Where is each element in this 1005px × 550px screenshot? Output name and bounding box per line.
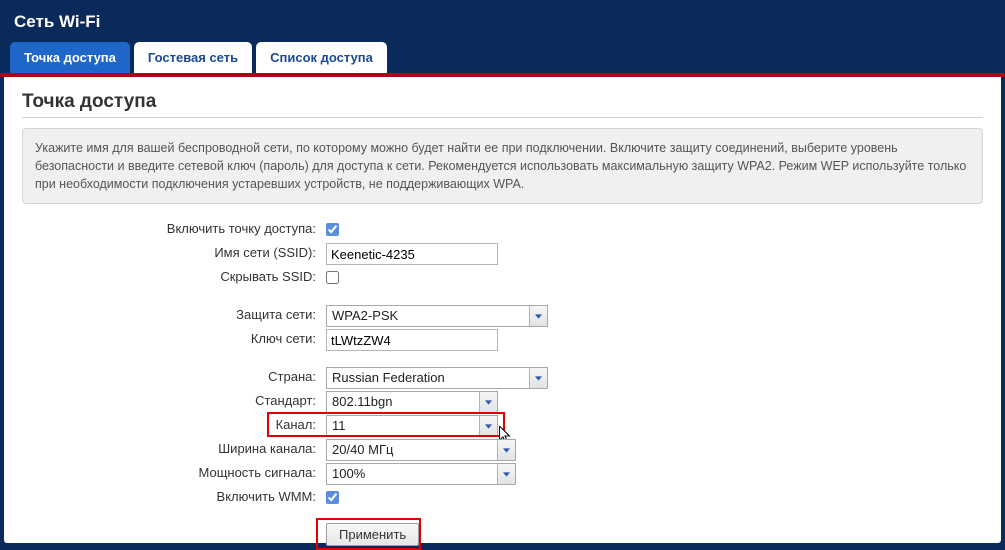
select-width-value: 20/40 МГц	[327, 440, 497, 460]
checkbox-hide-ssid[interactable]	[326, 271, 339, 284]
form: Включить точку доступа: Имя сети (SSID):…	[22, 218, 983, 547]
chevron-down-icon	[479, 392, 497, 412]
chevron-down-icon	[479, 416, 497, 436]
select-country-value: Russian Federation	[327, 368, 529, 388]
section-title: Точка доступа	[22, 91, 983, 118]
checkbox-wmm[interactable]	[326, 491, 339, 504]
label-standard: Стандарт:	[22, 390, 322, 411]
label-ssid: Имя сети (SSID):	[22, 242, 322, 263]
tab-access-list[interactable]: Список доступа	[256, 42, 387, 73]
tab-guest-network[interactable]: Гостевая сеть	[134, 42, 252, 73]
label-country: Страна:	[22, 366, 322, 387]
select-channel-value: 11	[327, 416, 479, 436]
select-width[interactable]: 20/40 МГц	[326, 439, 516, 461]
chevron-down-icon	[529, 306, 547, 326]
input-ssid[interactable]	[326, 243, 498, 265]
tabs: Точка доступа Гостевая сеть Список досту…	[0, 42, 1005, 73]
label-power: Мощность сигнала:	[22, 462, 322, 483]
select-country[interactable]: Russian Federation	[326, 367, 548, 389]
chevron-down-icon	[497, 464, 515, 484]
label-hide-ssid: Скрывать SSID:	[22, 266, 322, 287]
label-enable-ap: Включить точку доступа:	[22, 218, 322, 239]
label-wmm: Включить WMM:	[22, 486, 322, 507]
select-channel[interactable]: 11	[326, 415, 498, 437]
label-empty	[22, 522, 322, 528]
page-title: Сеть Wi-Fi	[0, 0, 1005, 42]
chevron-down-icon	[529, 368, 547, 388]
tab-access-point[interactable]: Точка доступа	[10, 42, 130, 73]
panel: Точка доступа Укажите имя для вашей бесп…	[4, 77, 1001, 543]
select-power[interactable]: 100%	[326, 463, 516, 485]
select-security[interactable]: WPA2-PSK	[326, 305, 548, 327]
help-text: Укажите имя для вашей беспроводной сети,…	[22, 128, 983, 204]
checkbox-enable-ap[interactable]	[326, 223, 339, 236]
select-standard-value: 802.11bgn	[327, 392, 479, 412]
label-key: Ключ сети:	[22, 328, 322, 349]
label-width: Ширина канала:	[22, 438, 322, 459]
apply-button[interactable]: Применить	[326, 523, 419, 546]
chevron-down-icon	[497, 440, 515, 460]
label-channel: Канал:	[22, 414, 322, 435]
label-security: Защита сети:	[22, 304, 322, 325]
select-power-value: 100%	[327, 464, 497, 484]
select-security-value: WPA2-PSK	[327, 306, 529, 326]
select-standard[interactable]: 802.11bgn	[326, 391, 498, 413]
input-key[interactable]	[326, 329, 498, 351]
